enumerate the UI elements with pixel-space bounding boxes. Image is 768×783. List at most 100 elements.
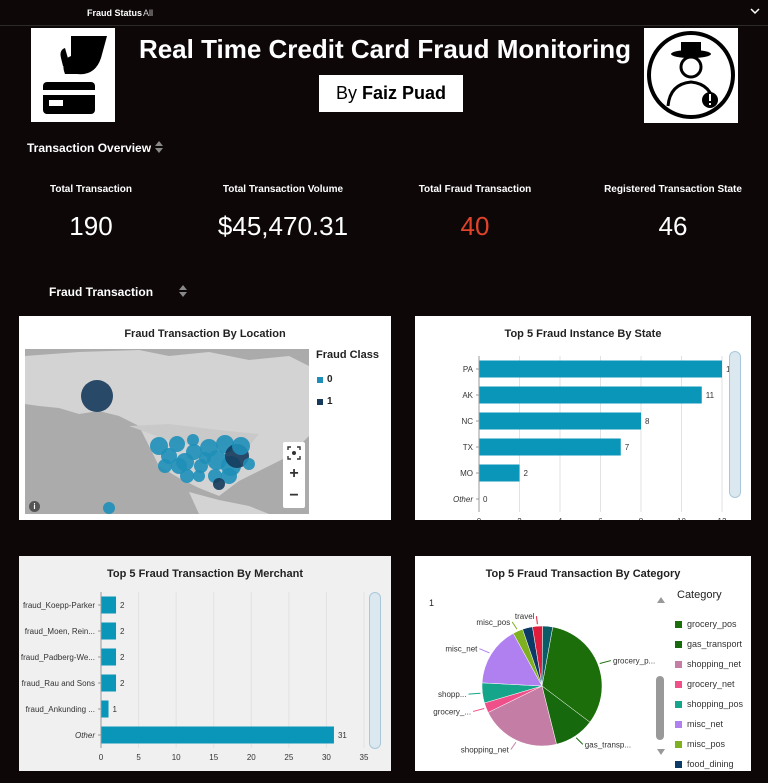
legend-item[interactable]: grocery_pos — [675, 614, 743, 634]
y-tick-label: fraud_Ankunding ... — [26, 705, 95, 714]
map-point — [187, 434, 199, 446]
x-tick-label: 5 — [136, 753, 141, 762]
bar-value-label: 2 — [120, 653, 125, 662]
slice-leader — [472, 708, 485, 712]
y-tick-label: AK — [462, 391, 473, 400]
focus-icon[interactable] — [287, 446, 301, 460]
state-chart-panel: Top 5 Fraud Instance By State 024681012P… — [415, 316, 751, 520]
person-alert-logo — [644, 28, 738, 123]
x-tick-label: 0 — [477, 517, 482, 520]
bar-value-label: 1 — [113, 705, 118, 714]
legend-item[interactable]: shopping_net — [675, 654, 743, 674]
legend-swatch — [675, 660, 682, 668]
category-legend: grocery_pos gas_transport shopping_netgroc… — [675, 614, 743, 774]
legend-item[interactable]: gas_transport — [675, 634, 743, 654]
map-point — [243, 458, 255, 470]
sort-icon[interactable] — [178, 283, 188, 299]
x-tick-label: 2 — [517, 517, 522, 520]
zoom-in-icon[interactable]: + — [283, 465, 305, 483]
x-tick-label: 4 — [558, 517, 563, 520]
x-tick-label: 20 — [247, 753, 256, 762]
kpi-label: Registered Transaction State — [604, 184, 742, 195]
legend-swatch — [675, 700, 682, 708]
legend-swatch — [675, 760, 682, 768]
bar — [101, 622, 117, 640]
map-points — [81, 380, 255, 514]
chart-scrollbar[interactable] — [729, 351, 741, 498]
y-tick-label: fraud_Padberg-We... — [21, 653, 95, 662]
slice-label: grocery_... — [433, 707, 471, 716]
legend-item[interactable]: food_dining — [675, 754, 743, 774]
sort-icon[interactable] — [154, 139, 164, 155]
slice-leader — [511, 621, 518, 630]
legend-title: Category — [677, 589, 722, 601]
zoom-out-icon[interactable]: − — [283, 487, 305, 505]
legend-label: misc_pos — [687, 739, 726, 749]
info-icon[interactable]: i — [29, 501, 40, 512]
legend-item[interactable]: shopping_pos — [675, 694, 743, 714]
legend-label: misc_net — [687, 719, 724, 729]
map-point — [81, 380, 113, 412]
bar — [101, 700, 109, 718]
legend-scrollbar[interactable] — [656, 676, 664, 740]
kpi-value: $45,470.31 — [217, 211, 349, 241]
slice-leader — [468, 692, 481, 695]
x-tick-label: 8 — [639, 517, 644, 520]
category-chart-panel: Top 5 Fraud Transaction By Category 1 gr… — [415, 556, 751, 771]
legend-label: 0 — [327, 374, 333, 385]
bar-value-label: 2 — [120, 627, 125, 636]
x-tick-label: 12 — [718, 517, 727, 520]
bar-value-label: 2 — [120, 679, 125, 688]
bar — [101, 674, 117, 692]
slice-leader — [535, 616, 538, 625]
map-point — [103, 502, 115, 514]
merchant-chart-panel: Top 5 Fraud Transaction By Merchant 0 5 10… — [19, 556, 391, 771]
chart-scrollbar[interactable] — [369, 592, 381, 749]
legend-swatch — [675, 740, 682, 748]
x-tick-label: 30 — [322, 753, 331, 762]
bar — [479, 412, 641, 430]
legend-swatch — [675, 720, 682, 728]
state-bar-chart: 024681012PA12AK11NC8TX7MO2Other0 — [453, 356, 735, 520]
bar-value-label: 2 — [524, 469, 529, 478]
bar — [479, 438, 621, 456]
slice-leader — [479, 648, 490, 654]
person-alert-icon — [647, 31, 735, 119]
card-hand-logo — [31, 28, 115, 122]
y-tick-label: Other — [453, 495, 473, 504]
fraud-section-heading: Fraud Transaction — [49, 285, 154, 299]
y-tick-label: TX — [463, 443, 474, 452]
slice-leader — [510, 741, 517, 750]
bar — [101, 648, 117, 666]
scroll-up-icon[interactable] — [656, 596, 666, 604]
legend-item[interactable]: grocery_net — [675, 674, 743, 694]
bar-value-label: 2 — [120, 601, 125, 610]
scroll-down-icon[interactable] — [656, 748, 666, 756]
x-tick-label: 0 — [99, 753, 104, 762]
kpi-label: Total Transaction — [49, 184, 133, 195]
author-name: Faiz Puad — [362, 83, 447, 103]
slice-label: gas_transp... — [585, 740, 631, 749]
map-point — [213, 478, 225, 490]
chevron-down-icon[interactable] — [748, 4, 762, 18]
y-tick-label: fraud_Koepp-Parker — [23, 601, 95, 610]
legend-item[interactable]: misc_net — [675, 714, 743, 734]
legend-label: grocery_pos — [687, 619, 737, 629]
map-panel: Fraud Transaction By Location Fraud Clas… — [19, 316, 391, 520]
y-tick-label: MO — [460, 469, 473, 478]
slice-label: misc_net — [445, 645, 478, 654]
legend-swatch — [317, 399, 323, 405]
bar-value-label: 31 — [338, 731, 347, 740]
filter-value[interactable]: All — [143, 8, 153, 18]
merchant-bar-chart: 0 5 10 15 20 25 30 35 fraud_Koepp-Parker 2 fraud_M… — [21, 592, 369, 762]
legend-label: shopping_net — [687, 659, 742, 669]
map-point — [193, 470, 205, 482]
legend-swatch — [675, 640, 682, 648]
y-tick-label: fraud_Moen, Rein... — [25, 627, 95, 636]
legend-label: 1 — [327, 396, 333, 407]
legend-title: Fraud Class — [316, 349, 379, 361]
map-point — [232, 437, 250, 455]
map-point — [171, 458, 187, 474]
x-tick-label: 10 — [677, 517, 686, 520]
legend-item[interactable]: misc_pos — [675, 734, 743, 754]
